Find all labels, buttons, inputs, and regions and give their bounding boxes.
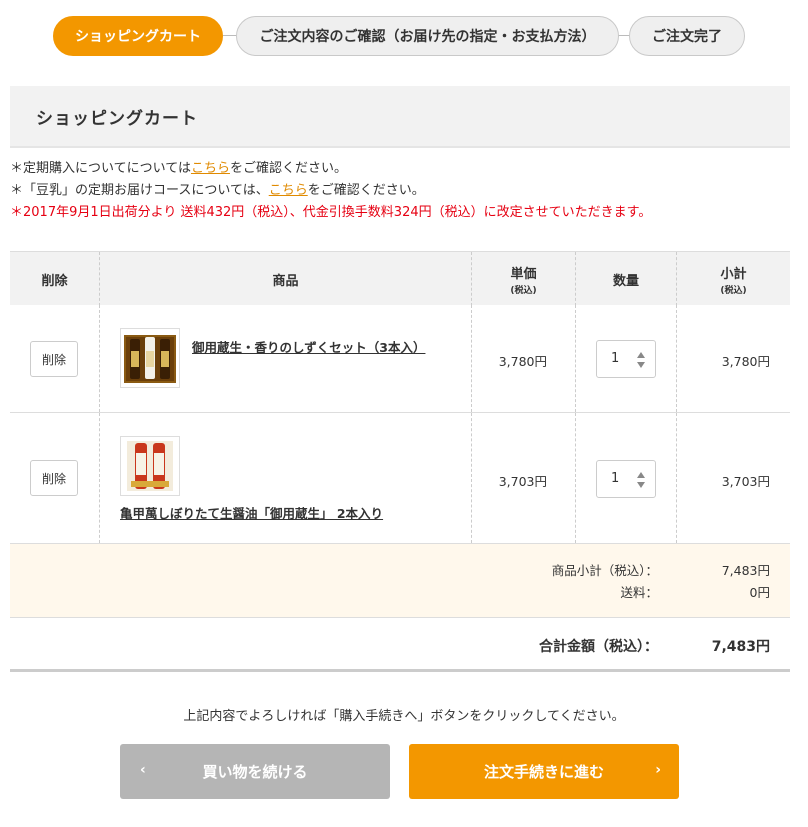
notice-shipping-change: ＊2017年9月1日出荷分より 送料432円（税込）、代金引換手数料324円（税…	[10, 205, 652, 220]
proceed-checkout-label: 注文手続きに進む	[483, 763, 604, 781]
totals-section: 商品小計（税込）： 7,483円 送料： 0円	[10, 544, 790, 618]
product-image[interactable]	[120, 328, 180, 388]
header-label: 商品	[272, 273, 299, 289]
spinner-arrows-icon[interactable]	[636, 470, 646, 490]
delete-button[interactable]: 削除	[30, 341, 78, 377]
step-complete: ご注文完了	[629, 16, 745, 56]
items-subtotal-value: 7,483円	[721, 563, 770, 578]
continue-shopping-label: 買い物を続ける	[202, 763, 308, 781]
grand-total: 合計金額（税込）： 7,483円	[10, 618, 790, 672]
notice-subscription: ＊定期購入についてについてはこちらをご確認ください。	[10, 158, 800, 180]
notice-text: をご確認ください。	[307, 183, 425, 198]
product-image[interactable]	[120, 436, 180, 496]
product-cell: 御用蔵生・香りのしずくセット（3本入）	[100, 305, 472, 412]
notices: ＊定期購入についてについてはこちらをご確認ください。 ＊「豆乳」の定期お届けコー…	[10, 158, 800, 224]
notice-text: ＊「豆乳」の定期お届けコースについては、	[10, 183, 269, 198]
header-label: 小計	[720, 266, 747, 282]
table-header: 削除 商品 単価 (税込) 数量 小計 (税込)	[10, 251, 790, 306]
quantity-stepper[interactable]: 1	[596, 340, 656, 378]
unit-price: 3,780円	[498, 354, 547, 369]
notice-text: をご確認ください。	[229, 161, 347, 176]
header-label: 削除	[41, 273, 68, 289]
checkout-progress: ショッピングカート ご注文内容のご確認（お届け先の指定・お支払方法） ご注文完了	[53, 16, 745, 56]
delete-cell: 削除	[10, 305, 100, 412]
product-bottles-illustration	[127, 441, 173, 491]
header-delete: 削除	[10, 252, 100, 306]
header-label: 数量	[612, 273, 639, 289]
quantity-cell: 1	[576, 305, 677, 412]
subtotal: 3,780円	[721, 354, 770, 369]
header-note: (税込)	[720, 285, 747, 296]
header-label: 単価	[510, 266, 537, 282]
quantity-value: 1	[611, 471, 620, 486]
step-cart: ショッピングカート	[53, 16, 223, 56]
soymilk-course-link[interactable]: こちら	[269, 183, 308, 198]
quantity-cell: 1	[576, 413, 677, 543]
header-note: (税込)	[510, 285, 537, 296]
subtotal: 3,703円	[721, 474, 770, 489]
shipping-value: 0円	[749, 585, 770, 600]
checkout-instruction: 上記内容でよろしければ「購入手続きへ」ボタンをクリックしてください。	[183, 709, 625, 724]
product-bottles-illustration	[124, 335, 176, 383]
subtotal-cell: 3,703円	[677, 413, 790, 543]
quantity-value: 1	[611, 351, 620, 366]
quantity-stepper[interactable]: 1	[596, 460, 656, 498]
product-cell: 亀甲萬しぼりたて生醤油「御用蔵生」 2本入り	[100, 413, 472, 543]
header-quantity: 数量	[576, 252, 677, 306]
unit-price-cell: 3,703円	[472, 413, 576, 543]
continue-shopping-button[interactable]: ‹ 買い物を続ける	[120, 744, 390, 799]
header-subtotal: 小計 (税込)	[677, 252, 790, 306]
cart-table: 削除 商品 単価 (税込) 数量 小計 (税込) 削除 御用蔵生・香りのしずくセ…	[10, 251, 790, 672]
shipping-label: 送料：	[620, 585, 658, 600]
grand-total-label: 合計金額（税込）：	[539, 639, 658, 655]
step-confirm: ご注文内容のご確認（お届け先の指定・お支払方法）	[236, 16, 619, 56]
notice-soymilk: ＊「豆乳」の定期お届けコースについては、こちらをご確認ください。	[10, 180, 800, 202]
page-title: ショッピングカート	[10, 86, 790, 148]
unit-price-cell: 3,780円	[472, 305, 576, 412]
items-subtotal-label: 商品小計（税込）：	[551, 563, 658, 578]
product-name-link[interactable]: 御用蔵生・香りのしずくセット（3本入）	[192, 337, 425, 356]
table-row: 削除 御用蔵生・香りのしずくセット（3本入） 3,780円 1 3,780円	[10, 305, 790, 413]
chevron-right-icon: ›	[655, 762, 661, 778]
unit-price: 3,703円	[498, 474, 547, 489]
delete-cell: 削除	[10, 413, 100, 543]
chevron-left-icon: ‹	[140, 762, 146, 778]
grand-total-value: 7,483円	[711, 639, 770, 655]
header-unit-price: 単価 (税込)	[472, 252, 576, 306]
subtotal-cell: 3,780円	[677, 305, 790, 412]
table-row: 削除 亀甲萬しぼりたて生醤油「御用蔵生」 2本入り 3,703円 1 3,703…	[10, 413, 790, 544]
header-product: 商品	[100, 252, 472, 306]
notice-text: ＊定期購入についてについては	[10, 161, 191, 176]
spinner-arrows-icon[interactable]	[636, 350, 646, 370]
product-name-link[interactable]: 亀甲萬しぼりたて生醤油「御用蔵生」 2本入り	[120, 503, 383, 522]
proceed-checkout-button[interactable]: 注文手続きに進む ›	[409, 744, 679, 799]
subscription-info-link[interactable]: こちら	[191, 161, 230, 176]
delete-button[interactable]: 削除	[30, 460, 78, 496]
